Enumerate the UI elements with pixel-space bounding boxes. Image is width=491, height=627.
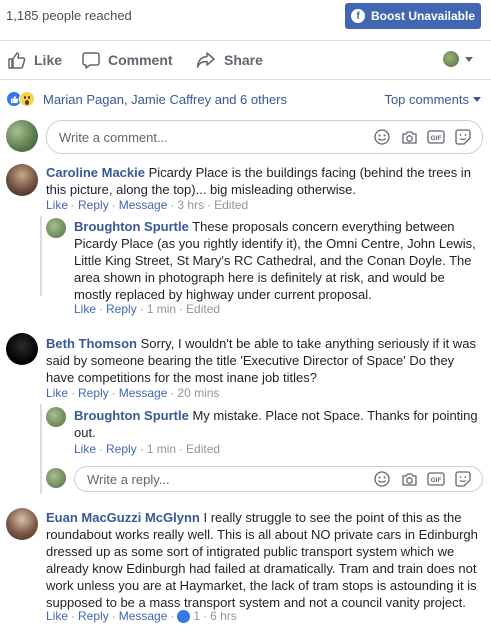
comment-body: Beth Thomson Sorry, I wouldn't be able t… bbox=[46, 335, 482, 386]
gif-icon[interactable]: GIF bbox=[427, 470, 445, 488]
comment-input-tools: GIF bbox=[373, 128, 472, 146]
reactions-summary: Marian Pagan, Jamie Caffrey and 6 others… bbox=[0, 88, 491, 110]
comment-bubble-icon bbox=[82, 52, 100, 69]
comment-author[interactable]: Euan MacGuzzi McGlynn bbox=[46, 510, 200, 525]
comment-reply-link[interactable]: Reply bbox=[78, 198, 109, 212]
facebook-f-icon: f bbox=[350, 9, 365, 23]
gif-icon[interactable]: GIF bbox=[427, 128, 445, 146]
post-as-selector[interactable] bbox=[443, 51, 473, 67]
comment-time[interactable]: 3 hrs bbox=[177, 198, 204, 212]
comment-like-link[interactable]: Like bbox=[46, 386, 68, 400]
page-avatar bbox=[443, 51, 459, 67]
svg-text:GIF: GIF bbox=[431, 477, 442, 484]
share-arrow-icon bbox=[196, 52, 215, 68]
comment-placeholder: Write a comment... bbox=[59, 130, 168, 145]
post-action-bar: Like Comment Share bbox=[0, 40, 491, 80]
comment-author[interactable]: Beth Thomson bbox=[46, 336, 137, 351]
comment-author[interactable]: Caroline Mackie bbox=[46, 165, 145, 180]
commenter-avatar[interactable] bbox=[6, 333, 38, 365]
sort-label: Top comments bbox=[384, 92, 469, 107]
comment-message-link[interactable]: Message bbox=[119, 609, 168, 623]
reply-edited[interactable]: Edited bbox=[186, 302, 220, 316]
like-label: Like bbox=[34, 52, 63, 68]
post-insights-bar: 1,185 people reached f Boost Unavailable bbox=[0, 0, 491, 32]
reply-body: Broughton Spurtle These proposals concer… bbox=[74, 218, 482, 303]
like-icon bbox=[177, 609, 191, 623]
wow-icon bbox=[19, 91, 35, 107]
caret-down-icon bbox=[473, 97, 481, 102]
commenter-avatar[interactable] bbox=[6, 164, 38, 196]
comment-like-count[interactable]: 1 bbox=[177, 609, 200, 623]
reply-thread-line bbox=[40, 404, 42, 494]
reply-author[interactable]: Broughton Spurtle bbox=[74, 408, 189, 423]
comment-like-link[interactable]: Like bbox=[46, 609, 68, 623]
share-button[interactable]: Share bbox=[196, 51, 263, 69]
share-label: Share bbox=[224, 52, 263, 68]
like-button[interactable]: Like bbox=[8, 51, 62, 69]
boost-label: Boost Unavailable bbox=[370, 9, 476, 23]
comment-message-link[interactable]: Message bbox=[119, 198, 168, 212]
comment-text: I really struggle to see the point of th… bbox=[46, 510, 478, 610]
boost-button[interactable]: f Boost Unavailable bbox=[345, 3, 481, 29]
reaction-names[interactable]: Marian Pagan, Jamie Caffrey and 6 others bbox=[43, 92, 287, 107]
reply-thread-line bbox=[40, 216, 42, 296]
chevron-down-icon bbox=[465, 56, 473, 62]
camera-icon[interactable] bbox=[400, 128, 418, 146]
reply-actions: Like · Reply · 1 min · Edited bbox=[74, 302, 221, 316]
emoji-icon[interactable] bbox=[373, 470, 391, 488]
comment-edited[interactable]: Edited bbox=[214, 198, 248, 212]
current-user-avatar[interactable] bbox=[46, 468, 66, 488]
comment-reply-link[interactable]: Reply bbox=[78, 386, 109, 400]
reply-like-link[interactable]: Like bbox=[74, 302, 96, 316]
reply-reply-link[interactable]: Reply bbox=[106, 302, 137, 316]
sticker-icon[interactable] bbox=[454, 128, 472, 146]
comment-input[interactable]: Write a comment... GIF bbox=[46, 120, 483, 154]
current-user-avatar[interactable] bbox=[6, 120, 38, 152]
comment-label: Comment bbox=[108, 52, 173, 68]
comment-sort-dropdown[interactable]: Top comments bbox=[384, 92, 481, 107]
reply-placeholder: Write a reply... bbox=[87, 472, 170, 487]
reply-input[interactable]: Write a reply... GIF bbox=[74, 466, 483, 492]
reaction-icons[interactable] bbox=[6, 91, 35, 107]
comment-actions: Like · Reply · Message · 3 hrs · Edited bbox=[46, 198, 249, 212]
camera-icon[interactable] bbox=[400, 470, 418, 488]
comment-actions: Like · Reply · Message · 20 mins bbox=[46, 386, 220, 400]
reply-time[interactable]: 1 min bbox=[147, 302, 176, 316]
comment-body: Euan MacGuzzi McGlynn I really struggle … bbox=[46, 509, 482, 611]
comment-time[interactable]: 6 hrs bbox=[210, 609, 237, 623]
reply-body: Broughton Spurtle My mistake. Place not … bbox=[74, 407, 482, 441]
reply-time[interactable]: 1 min bbox=[147, 442, 176, 456]
comment-message-link[interactable]: Message bbox=[119, 386, 168, 400]
comment-body: Caroline Mackie Picardy Place is the bui… bbox=[46, 164, 482, 198]
svg-text:GIF: GIF bbox=[431, 135, 442, 142]
comment-like-link[interactable]: Like bbox=[46, 198, 68, 212]
commenter-avatar[interactable] bbox=[6, 508, 38, 540]
reply-avatar[interactable] bbox=[46, 218, 66, 238]
sticker-icon[interactable] bbox=[454, 470, 472, 488]
emoji-icon[interactable] bbox=[373, 128, 391, 146]
reply-edited[interactable]: Edited bbox=[186, 442, 220, 456]
like-count: 1 bbox=[193, 609, 201, 623]
reply-input-tools: GIF bbox=[373, 470, 472, 488]
reply-author[interactable]: Broughton Spurtle bbox=[74, 219, 189, 234]
reply-avatar[interactable] bbox=[46, 407, 66, 427]
reach-count[interactable]: 1,185 people reached bbox=[6, 8, 132, 23]
reply-reply-link[interactable]: Reply bbox=[106, 442, 137, 456]
thumbs-up-icon bbox=[8, 52, 26, 69]
comment-actions: Like · Reply · Message · 1 · 6 hrs bbox=[46, 609, 237, 623]
reply-like-link[interactable]: Like bbox=[74, 442, 96, 456]
reply-actions: Like · Reply · 1 min · Edited bbox=[74, 442, 221, 456]
comment-reply-link[interactable]: Reply bbox=[78, 609, 109, 623]
comment-time[interactable]: 20 mins bbox=[177, 386, 219, 400]
comment-button[interactable]: Comment bbox=[82, 51, 173, 69]
